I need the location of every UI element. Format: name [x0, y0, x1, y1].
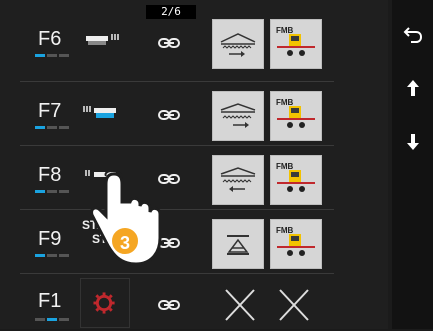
page-dot [59, 190, 69, 193]
svg-text:FMB: FMB [276, 162, 294, 171]
page-dot [47, 126, 57, 129]
sprayer-fmb-button[interactable]: FMB [270, 91, 322, 141]
gear-icon [93, 292, 115, 314]
tap-hand-icon [90, 170, 162, 266]
arrow-down-icon [406, 134, 419, 150]
link-icon[interactable] [158, 108, 180, 122]
page-dots [35, 54, 69, 58]
function-row-f1[interactable]: F1 [20, 276, 334, 329]
boom-section-button[interactable] [212, 19, 264, 69]
page-dots [35, 254, 69, 258]
row-divider [20, 209, 334, 210]
function-row-f7[interactable]: F7 FMB [20, 84, 334, 154]
page-dot [59, 126, 69, 129]
page-dot [35, 318, 45, 321]
svg-text:FMB: FMB [276, 26, 294, 35]
svg-text:FMB: FMB [276, 226, 294, 235]
svg-text:FMB: FMB [276, 98, 294, 107]
boom-sections-icon [220, 103, 256, 128]
return-icon [403, 27, 422, 43]
unassigned-x-icon[interactable] [218, 284, 262, 328]
page-dot [35, 190, 45, 193]
function-assignment-panel: 2/6 F6 FMB F7 FMB F8 FMB F9 FMB F1 3 [0, 0, 388, 329]
function-key-label: F9 [38, 228, 62, 250]
sprayer-fmb-button[interactable]: FMB [270, 219, 322, 269]
page-dot [47, 54, 57, 57]
boom-section-button[interactable] [212, 91, 264, 141]
row-divider [20, 273, 334, 274]
link-icon[interactable] [158, 298, 180, 312]
page-dot [47, 254, 57, 257]
boom-sections-icon [220, 33, 256, 57]
row-divider [20, 81, 334, 82]
sprayer-icon: FMB [276, 26, 315, 56]
page-dot [47, 318, 57, 321]
function-row-f6[interactable]: F6 FMB [20, 12, 334, 82]
page-dot [35, 126, 45, 129]
sprayer-icon: FMB [276, 226, 315, 256]
page-dot [59, 54, 69, 57]
scroll-up-button[interactable] [392, 64, 433, 112]
page-dot [47, 190, 57, 193]
function-key-label: F1 [38, 290, 62, 312]
sprayer-icon: FMB [276, 98, 315, 128]
page-dots [35, 318, 69, 322]
function-key-label: F6 [38, 28, 62, 50]
boom-fold-icon [227, 235, 249, 255]
boom-section-button[interactable] [212, 155, 264, 205]
page-dot [35, 254, 45, 257]
function-key-label: F7 [38, 100, 62, 122]
page-dots [35, 126, 69, 130]
page-dot [35, 54, 45, 57]
seeder-icon [86, 34, 119, 45]
function-row-f8[interactable]: F8 FMB [20, 148, 334, 218]
row-divider [20, 145, 334, 146]
sprayer-fmb-button[interactable]: FMB [270, 155, 322, 205]
link-icon[interactable] [158, 36, 180, 50]
boom-sections-icon [220, 167, 256, 192]
sprayer-fmb-button[interactable]: FMB [270, 19, 322, 69]
page-dot [59, 254, 69, 257]
boom-fold-button[interactable] [212, 219, 264, 269]
scroll-down-button[interactable] [392, 118, 433, 166]
sprayer-icon: FMB [276, 162, 315, 192]
seeder-blue-icon [83, 106, 116, 118]
page-dots [35, 190, 69, 194]
page-dot [59, 318, 69, 321]
step-badge: 3 [110, 226, 140, 256]
unassigned-x-icon[interactable] [272, 284, 316, 328]
side-nav [392, 0, 433, 329]
return-button[interactable] [392, 10, 433, 58]
function-row-f9[interactable]: F9 FMB [20, 212, 334, 282]
function-key-label: F8 [38, 164, 62, 186]
arrow-up-icon [406, 80, 419, 96]
settings-gear-button[interactable] [80, 278, 130, 328]
